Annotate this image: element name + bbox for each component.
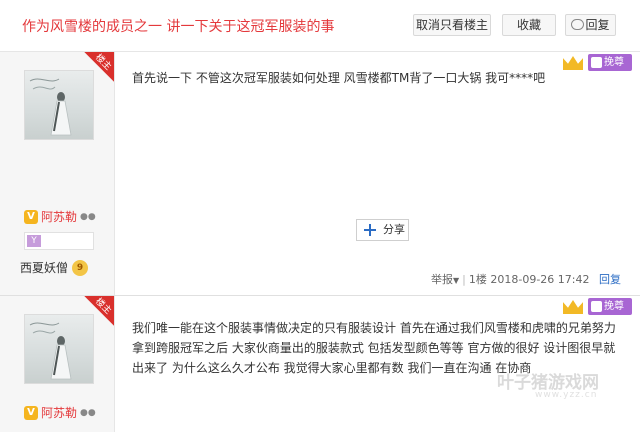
vip-tag-icon bbox=[591, 57, 602, 68]
owner-badge-label: 楼主 bbox=[93, 52, 113, 73]
floor-number: 1楼 bbox=[468, 273, 487, 286]
vip-tag-icon bbox=[591, 301, 602, 312]
cancel-only-owner-button[interactable]: 取消只看楼主 bbox=[413, 14, 491, 36]
thread-title: 作为风雪楼的成员之一 讲一下关于这冠军服装的事 bbox=[22, 19, 335, 35]
post-footer: 举报▼ | 1楼 2018-09-26 17:42 回复 bbox=[431, 273, 621, 286]
vip-icon: V bbox=[24, 405, 38, 420]
reply-button[interactable]: 回复 bbox=[565, 14, 616, 36]
level-icon: Y bbox=[27, 235, 41, 247]
owner-badge: 楼主 bbox=[84, 296, 114, 326]
share-button[interactable]: 分享 bbox=[356, 219, 409, 241]
post-content: 挽尊 我们唯一能在这个服装事情做决定的只有服装设计 首先在通过我们风雪楼和虎啸的… bbox=[116, 296, 640, 432]
reply-button-label: 回复 bbox=[585, 18, 610, 32]
post-time: 2018-09-26 17:42 bbox=[490, 273, 590, 286]
post-floor-2: 楼主 V 阿苏勒 ●● 挽尊 我们唯一能在这个服装事情做决定的只有服装设计 首先… bbox=[0, 296, 640, 432]
share-label: 分享 bbox=[383, 223, 405, 236]
thread-header: 作为风雪楼的成员之一 讲一下关于这冠军服装的事 取消只看楼主 收藏 回复 bbox=[0, 0, 640, 52]
honor-row: 西夏妖僧 9 bbox=[20, 259, 89, 276]
online-status-icon: ●● bbox=[80, 407, 96, 418]
author-sidebar: 楼主 V 阿苏勒 ●● bbox=[0, 296, 115, 432]
online-status-icon: ●● bbox=[80, 211, 96, 222]
vip-icon: V bbox=[24, 209, 38, 224]
post-content: 挽尊 首先说一下 不管这次冠军服装如何处理 风雪楼都TM背了一口大锅 我可***… bbox=[116, 52, 640, 295]
honor-title: 西夏妖僧 bbox=[20, 261, 69, 275]
author-name-row: V 阿苏勒 ●● bbox=[24, 208, 96, 225]
honor-level-medal-icon: 9 bbox=[72, 259, 89, 276]
user-level-box: Y bbox=[24, 232, 94, 250]
post-floor-1: 楼主 V 阿苏勒 ●● Y 西夏妖僧 9 挽尊 首先说一下 不管这次冠军服装如何… bbox=[0, 52, 640, 296]
crown-icon bbox=[562, 296, 584, 316]
owner-badge-label: 楼主 bbox=[93, 296, 113, 317]
vip-tag-label: 挽尊 bbox=[604, 301, 624, 312]
site-watermark: 叶子猪游戏网 www.yzz.cn bbox=[497, 368, 640, 408]
author-sidebar: 楼主 V 阿苏勒 ●● Y 西夏妖僧 9 bbox=[0, 52, 115, 295]
caret-down-icon: ▼ bbox=[453, 276, 460, 285]
report-label: 举报 bbox=[431, 273, 453, 286]
post-text: 首先说一下 不管这次冠军服装如何处理 风雪楼都TM背了一口大锅 我可****吧 bbox=[132, 71, 546, 85]
reply-link[interactable]: 回复 bbox=[599, 273, 621, 286]
favorite-button[interactable]: 收藏 bbox=[502, 14, 556, 36]
report-link[interactable]: 举报▼ bbox=[431, 273, 459, 286]
comment-icon bbox=[571, 19, 584, 30]
username[interactable]: 阿苏勒 bbox=[41, 208, 77, 225]
author-name-row: V 阿苏勒 ●● bbox=[24, 404, 96, 421]
vip-tag-label: 挽尊 bbox=[604, 57, 624, 68]
owner-badge: 楼主 bbox=[84, 52, 114, 82]
watermark-url: www.yzz.cn bbox=[535, 390, 598, 400]
share-plus-icon bbox=[364, 224, 376, 236]
username[interactable]: 阿苏勒 bbox=[41, 404, 77, 421]
vip-tag[interactable]: 挽尊 bbox=[588, 298, 632, 315]
